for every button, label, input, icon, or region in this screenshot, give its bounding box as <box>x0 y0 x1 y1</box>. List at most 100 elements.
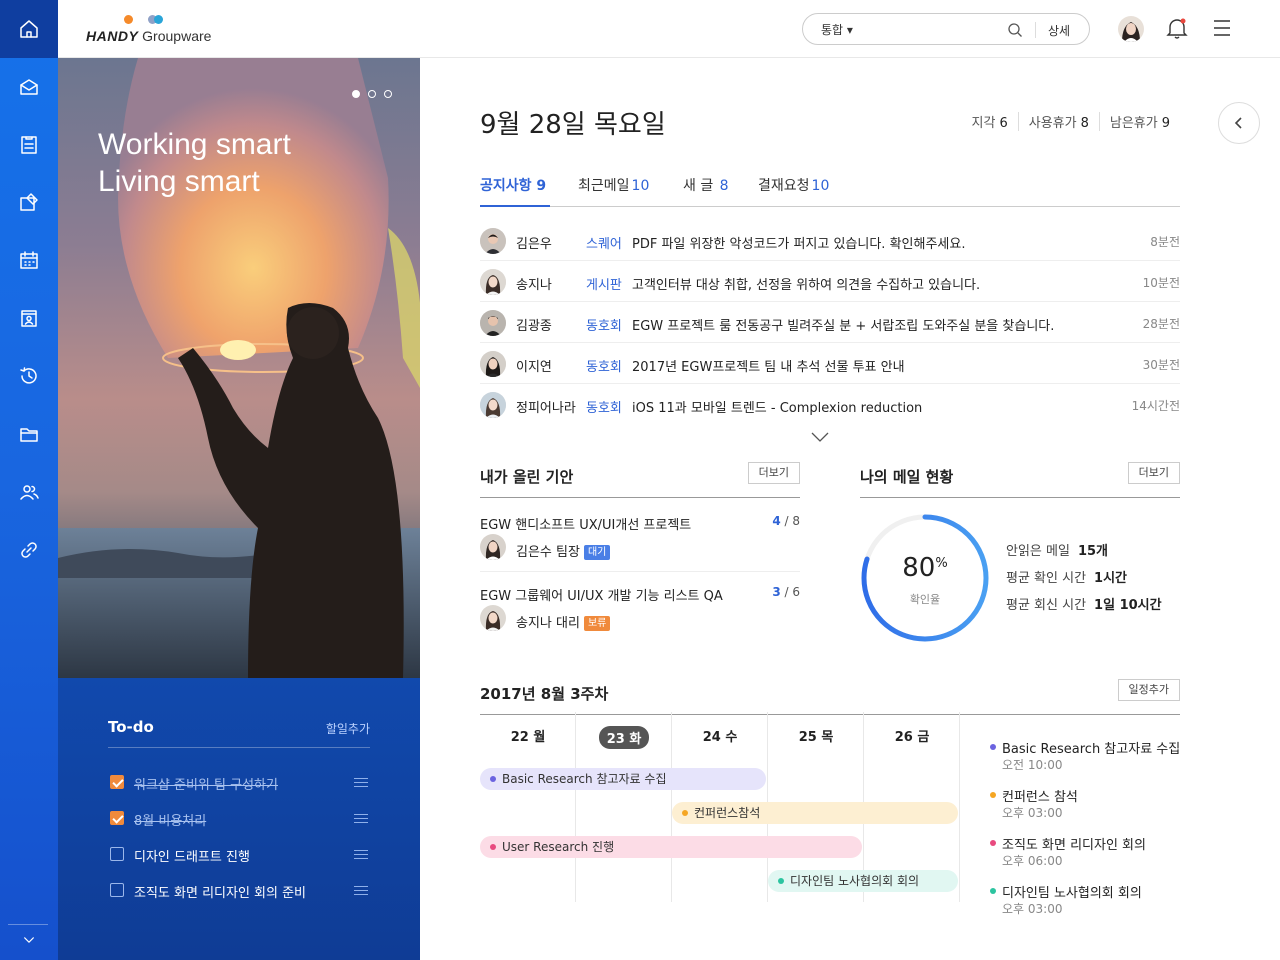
feed-row[interactable]: 정피어나라 동호회 iOS 11과 모바일 트렌드 - Complexion r… <box>480 384 1180 425</box>
logo[interactable]: HANDY Groupware <box>86 12 236 46</box>
calendar-event[interactable]: Basic Research 참고자료 수집 <box>480 768 766 790</box>
nav-people[interactable] <box>0 472 58 512</box>
percent-unit: % <box>935 556 948 571</box>
progress-done: 4 <box>772 514 781 528</box>
nav-history[interactable] <box>0 356 58 396</box>
source-link[interactable]: 스퀘어 <box>586 233 622 252</box>
post-time: 14시간전 <box>1131 399 1180 413</box>
chevron-down-icon <box>24 937 34 943</box>
tab-label: 결재요청 <box>758 178 810 194</box>
draft-progress: 3 / 6 <box>772 585 800 599</box>
drag-handle-icon[interactable] <box>354 886 368 895</box>
person-name: 김은수 팀장 <box>516 545 580 560</box>
feed-row[interactable]: 이지연 동호회 2017년 EGW프로젝트 팀 내 추석 선물 투표 안내 30… <box>480 343 1180 384</box>
mail-more-button[interactable]: 더보기 <box>1127 462 1180 484</box>
author-name: 정피어나라 <box>516 401 576 416</box>
home-button[interactable] <box>0 0 58 58</box>
source-link[interactable]: 동호회 <box>586 315 622 334</box>
drag-handle-icon[interactable] <box>354 778 368 787</box>
mail-stat-row: 평균 확인 시간 1시간 <box>1006 567 1162 594</box>
carousel-dot[interactable] <box>384 90 392 98</box>
author-name: 김은우 <box>516 237 552 252</box>
feed-row[interactable]: 김광종 동호회 EGW 프로젝트 룸 전동공구 빌려주실 분 + 서랍조립 도와… <box>480 302 1180 343</box>
drag-handle-icon[interactable] <box>354 814 368 823</box>
todo-checkbox[interactable] <box>110 847 124 861</box>
stat-used-leave[interactable]: 사용휴가 8 <box>1017 112 1099 131</box>
stat-remaining-leave[interactable]: 남은휴가 9 <box>1098 112 1180 131</box>
todo-text: 8월 비용처리 <box>134 814 207 829</box>
nav-expand-button[interactable] <box>0 920 58 960</box>
mail-stat-value: 1일 10시간 <box>1094 598 1162 613</box>
nav-files[interactable] <box>0 414 58 454</box>
nav-board[interactable] <box>0 125 58 165</box>
feed-more-button[interactable] <box>810 428 830 447</box>
page-title: 9월 28일 목요일 <box>480 110 666 140</box>
tab-approval-requests[interactable]: 결재요청 10 <box>758 175 829 195</box>
user-avatar[interactable] <box>1118 16 1144 42</box>
progress-total: / 8 <box>784 514 801 528</box>
todo-item: 디자인 드래프트 진행 <box>108 843 370 867</box>
search-scope-select[interactable]: 통합 ▾ <box>821 21 853 38</box>
feed-tabs: 공지사항 9 최근메일 10 새 글 8 결재요청 10 <box>480 170 1180 207</box>
carousel-dot[interactable] <box>352 90 360 98</box>
nav-approval[interactable] <box>0 182 58 222</box>
calendar-event[interactable]: 디자인팀 노사협의회 회의 <box>768 870 958 892</box>
drag-handle-icon[interactable] <box>354 850 368 859</box>
search-divider <box>1035 22 1036 38</box>
source-link[interactable]: 동호회 <box>586 356 622 375</box>
search-input[interactable] <box>867 19 997 39</box>
day-header[interactable]: 24 수 <box>672 726 768 745</box>
post-title[interactable]: iOS 11과 모바일 트렌드 - Complexion reduction <box>632 397 922 416</box>
detail-search-button[interactable]: 상세 <box>1048 22 1070 39</box>
nav-calendar[interactable] <box>0 240 58 280</box>
percent-number: 80 <box>902 553 936 583</box>
post-title[interactable]: 고객인터뷰 대상 취합, 선정을 위하여 의견을 수집하고 있습니다. <box>632 274 980 293</box>
tab-recent-mail[interactable]: 최근메일 10 <box>578 175 649 195</box>
notification-button[interactable] <box>1166 16 1188 44</box>
chevron-down-icon <box>811 432 829 442</box>
collapse-button[interactable] <box>1218 102 1260 144</box>
logo-rest: Groupware <box>142 28 212 44</box>
agenda-time: 오후 06:00 <box>1002 854 1063 868</box>
source-link[interactable]: 게시판 <box>586 274 622 293</box>
todo-checkbox[interactable] <box>110 811 124 825</box>
clipboard-icon <box>21 136 37 154</box>
post-title[interactable]: PDF 파일 위장한 악성코드가 퍼지고 있습니다. 확인해주세요. <box>632 233 965 252</box>
tab-notice[interactable]: 공지사항 9 <box>480 175 546 195</box>
stat-late[interactable]: 지각 6 <box>962 112 1018 131</box>
tab-label: 새 글 <box>683 178 714 194</box>
tab-new-posts[interactable]: 새 글 8 <box>683 175 729 195</box>
nav-mail[interactable] <box>0 67 58 107</box>
mail-stat-label: 안읽은 메일 <box>1006 544 1070 559</box>
day-header[interactable]: 22 월 <box>480 726 576 745</box>
chevron-left-icon <box>1234 117 1242 129</box>
drafts-more-button[interactable]: 더보기 <box>747 462 800 484</box>
source-link[interactable]: 동호회 <box>586 397 622 416</box>
calendar-event[interactable]: 컨퍼런스참석 <box>672 802 958 824</box>
carousel-dot[interactable] <box>368 90 376 98</box>
draft-item[interactable]: EGW 그룹웨어 UI/UX 개발 기능 리스트 QA 3 / 6 송지나 대리… <box>480 585 800 635</box>
post-title[interactable]: EGW 프로젝트 룸 전동공구 빌려주실 분 + 서랍조립 도와주실 분을 찾습… <box>632 315 1054 334</box>
search-icon[interactable] <box>1007 22 1023 38</box>
menu-icon <box>1214 20 1230 36</box>
add-schedule-button[interactable]: 일정추가 <box>1117 679 1180 701</box>
day-header[interactable]: 25 목 <box>768 726 864 745</box>
feed-row[interactable]: 송지나 게시판 고객인터뷰 대상 취합, 선정을 위하여 의견을 수집하고 있습… <box>480 261 1180 302</box>
post-title[interactable]: 2017년 EGW프로젝트 팀 내 추석 선물 투표 안내 <box>632 356 905 375</box>
drafts-header: 내가 올린 기안 더보기 <box>480 462 800 498</box>
add-todo-button[interactable]: 할일추가 <box>326 720 370 737</box>
feed-row[interactable]: 김은우 스퀘어 PDF 파일 위장한 악성코드가 퍼지고 있습니다. 확인해주세… <box>480 220 1180 261</box>
nav-links[interactable] <box>0 530 58 570</box>
day-header[interactable]: 26 금 <box>864 726 960 745</box>
mail-icon <box>20 79 38 95</box>
nav-contacts[interactable] <box>0 298 58 338</box>
calendar-event[interactable]: User Research 진행 <box>480 836 862 858</box>
hamburger-menu-button[interactable] <box>1212 18 1232 42</box>
day-header-today[interactable]: 23 화 <box>576 726 672 749</box>
logo-dot <box>124 15 133 24</box>
todo-checkbox[interactable] <box>110 775 124 789</box>
mail-status-header: 나의 메일 현황 더보기 <box>860 462 1180 498</box>
draft-item[interactable]: EGW 핸디소프트 UX/UI개선 프로젝트 4 / 8 김은수 팀장 대기 <box>480 514 800 564</box>
attendance-stats: 지각 6 사용휴가 8 남은휴가 9 <box>962 112 1180 131</box>
todo-checkbox[interactable] <box>110 883 124 897</box>
